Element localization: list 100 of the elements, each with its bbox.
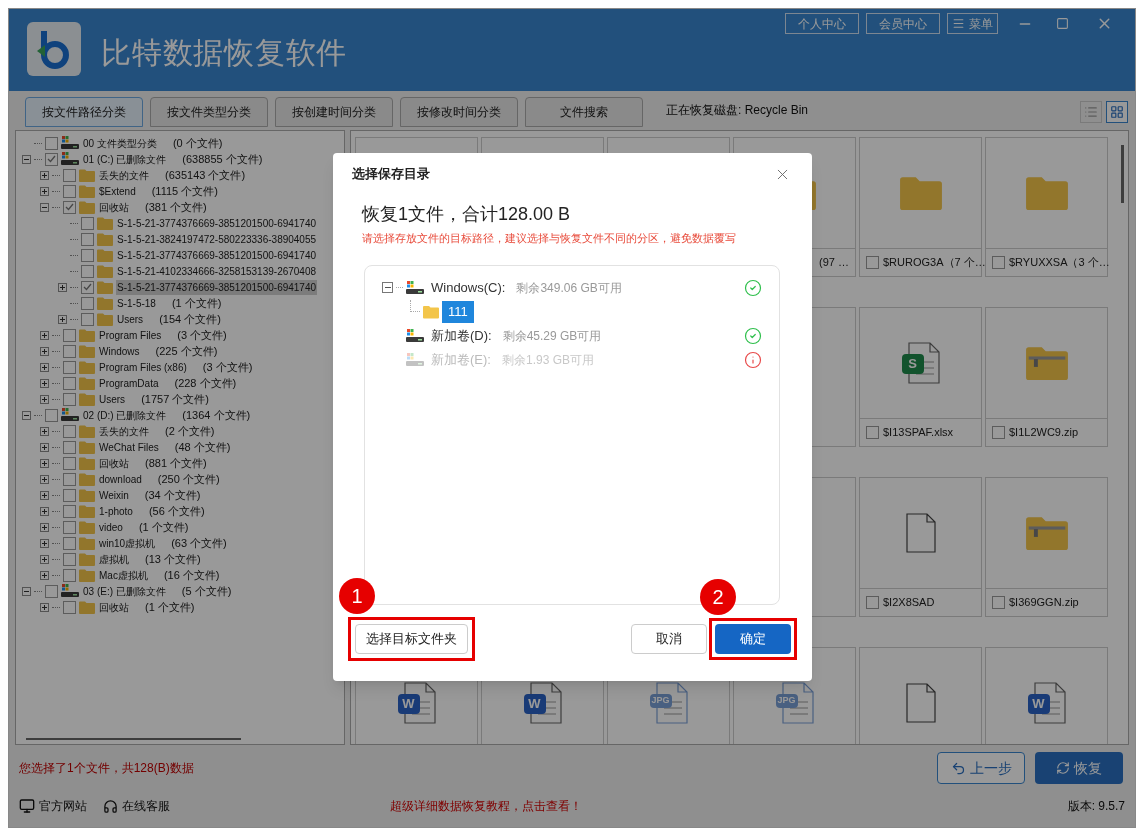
tree-checkbox[interactable] xyxy=(63,488,76,502)
tree-item-label[interactable]: S-1-5-21-3774376669-3851201500-6941740 xyxy=(116,279,318,295)
tree-checkbox[interactable] xyxy=(63,200,76,214)
tree-item-label[interactable]: 回收站 xyxy=(98,599,130,615)
category-tab[interactable]: 按修改时间分类 xyxy=(400,97,518,127)
file-card[interactable]: $I369GGN.zip xyxy=(985,477,1108,617)
category-tab[interactable]: 按文件类型分类 xyxy=(150,97,268,127)
tree-item-label[interactable]: 丢失的文件 xyxy=(98,167,150,183)
file-checkbox[interactable] xyxy=(992,596,1005,609)
tree-checkbox[interactable] xyxy=(63,168,76,182)
folder-name[interactable]: 111 xyxy=(442,300,474,323)
file-checkbox[interactable] xyxy=(866,426,879,439)
file-card[interactable]: $RYUXXSA（3 个… xyxy=(985,137,1108,277)
expand-toggle[interactable] xyxy=(40,394,49,404)
tree-checkbox[interactable] xyxy=(63,184,76,198)
expand-toggle[interactable] xyxy=(40,330,49,340)
list-view-button[interactable] xyxy=(1080,101,1102,123)
expand-toggle[interactable] xyxy=(58,282,67,292)
tree-item-label[interactable]: 回收站 xyxy=(98,199,130,215)
category-tab[interactable]: 按文件路径分类 xyxy=(25,97,143,127)
tree-item-label[interactable]: S-1-5-18 xyxy=(116,295,157,311)
expand-toggle[interactable] xyxy=(40,522,49,532)
expand-toggle[interactable] xyxy=(40,602,49,612)
tree-checkbox[interactable] xyxy=(63,344,76,358)
website-link[interactable]: 官方网站 xyxy=(19,797,87,815)
horizontal-scrollbar[interactable] xyxy=(26,738,241,740)
expand-toggle[interactable] xyxy=(40,378,49,388)
tree-checkbox[interactable] xyxy=(45,136,58,150)
tree-item-label[interactable]: Program Files xyxy=(98,327,163,343)
expand-toggle[interactable] xyxy=(40,362,49,372)
expand-toggle[interactable] xyxy=(40,554,49,564)
tree-item-label[interactable]: 丢失的文件 xyxy=(98,423,150,439)
support-link[interactable]: 在线客服 xyxy=(103,797,170,815)
tree-checkbox[interactable] xyxy=(81,232,94,246)
tree-checkbox[interactable] xyxy=(45,408,58,422)
tree-checkbox[interactable] xyxy=(63,328,76,342)
collapse-toggle[interactable] xyxy=(22,154,31,164)
tree-checkbox[interactable] xyxy=(63,552,76,566)
cancel-button[interactable]: 取消 xyxy=(631,623,707,654)
tree-item-label[interactable]: S-1-5-21-3774376669-3851201500-6941740 xyxy=(116,247,318,263)
tree-checkbox[interactable] xyxy=(63,392,76,406)
tree-item-label[interactable]: 1-photo xyxy=(98,503,134,519)
file-card[interactable]: $I1L2WC9.zip xyxy=(985,307,1108,447)
tree-item-label[interactable]: Weixin xyxy=(98,487,130,503)
expand-toggle[interactable] xyxy=(40,170,49,180)
tree-checkbox[interactable] xyxy=(63,568,76,582)
file-checkbox[interactable] xyxy=(866,256,879,269)
tree-item-label[interactable]: 01 (C:) 已删除文件 xyxy=(82,151,168,167)
tree-item-label[interactable]: S-1-5-21-3774376669-3851201500-6941740 xyxy=(116,215,318,231)
tree-checkbox[interactable] xyxy=(63,424,76,438)
tree-checkbox[interactable] xyxy=(81,312,94,326)
tree-item-label[interactable]: $Extend xyxy=(98,183,137,199)
grid-view-button[interactable] xyxy=(1106,101,1128,123)
expand-toggle[interactable] xyxy=(58,314,67,324)
category-tab[interactable]: 按创建时间分类 xyxy=(275,97,393,127)
tree-item-label[interactable]: S-1-5-21-3824197472-580223336-38904055 xyxy=(116,231,318,247)
tutorial-link[interactable]: 超级详细数据恢复教程，点击查看！ xyxy=(390,797,582,815)
tree-item-label[interactable]: Mac虚拟机 xyxy=(98,567,149,583)
tree-item-label[interactable]: WeChat Files xyxy=(98,439,160,455)
tree-item-label[interactable]: download xyxy=(98,471,143,487)
expand-toggle[interactable] xyxy=(40,538,49,548)
tree-checkbox[interactable] xyxy=(63,520,76,534)
tree-item-label[interactable]: video xyxy=(98,519,124,535)
drive-name[interactable]: Windows(C): xyxy=(431,277,506,298)
tree-checkbox[interactable] xyxy=(81,296,94,310)
expand-toggle[interactable] xyxy=(40,570,49,580)
tree-checkbox[interactable] xyxy=(63,376,76,390)
file-card[interactable]: $I2X8SAD xyxy=(859,477,982,617)
expand-toggle[interactable] xyxy=(40,426,49,436)
tree-item-label[interactable]: 虚拟机 xyxy=(98,551,130,567)
tree-item-label[interactable]: Program Files (x86) xyxy=(98,359,188,375)
file-checkbox[interactable] xyxy=(866,596,879,609)
expand-toggle[interactable] xyxy=(40,186,49,196)
expand-toggle[interactable] xyxy=(40,346,49,356)
tree-checkbox[interactable] xyxy=(81,248,94,262)
tree-checkbox[interactable] xyxy=(81,280,94,294)
back-button[interactable]: 上一步 xyxy=(937,752,1025,784)
tree-checkbox[interactable] xyxy=(81,264,94,278)
file-card[interactable]: S $I13SPAF.xlsx xyxy=(859,307,982,447)
tree-checkbox[interactable] xyxy=(63,456,76,470)
recover-button[interactable]: 恢复 xyxy=(1035,752,1123,784)
collapse-toggle[interactable] xyxy=(22,410,31,420)
tree-checkbox[interactable] xyxy=(63,360,76,374)
choose-folder-button[interactable]: 选择目标文件夹 xyxy=(355,623,468,654)
drive-name[interactable]: 新加卷(D): xyxy=(431,325,492,346)
tree-checkbox[interactable] xyxy=(63,600,76,614)
expand-toggle[interactable] xyxy=(40,442,49,452)
tree-item-label[interactable]: S-1-5-21-4102334666-3258153139-2670408 xyxy=(116,263,318,279)
maximize-icon[interactable] xyxy=(1056,17,1069,30)
tree-item-label[interactable]: ProgramData xyxy=(98,375,160,391)
tree-item-label[interactable]: Users xyxy=(98,391,127,407)
tree-item-label[interactable]: Users xyxy=(116,311,145,327)
expand-toggle[interactable] xyxy=(40,458,49,468)
tree-checkbox[interactable] xyxy=(81,216,94,230)
tree-item-label[interactable]: Windows xyxy=(98,343,141,359)
expand-toggle[interactable] xyxy=(40,474,49,484)
tree-checkbox[interactable] xyxy=(63,536,76,550)
tree-checkbox[interactable] xyxy=(45,152,58,166)
tree-item-label[interactable]: win10虚拟机 xyxy=(98,535,157,551)
tree-item-label[interactable]: 回收站 xyxy=(98,455,130,471)
